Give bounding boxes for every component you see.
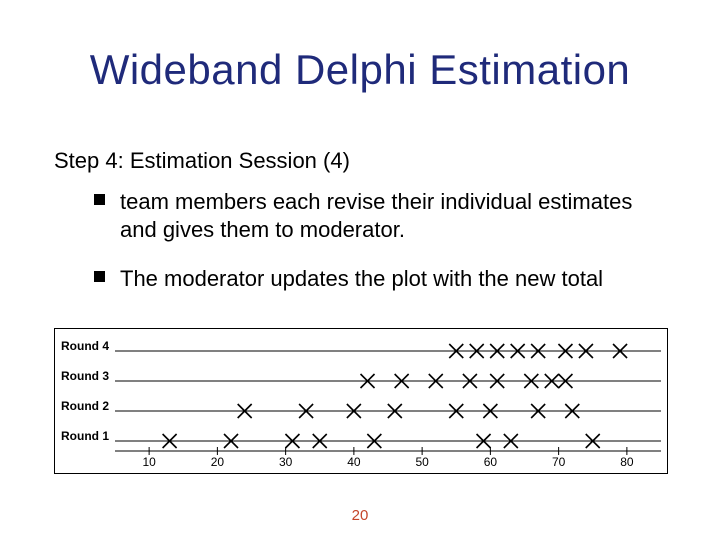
page-title: Wideband Delphi Estimation: [0, 46, 720, 94]
chart-tick-label: 50: [415, 455, 428, 469]
chart-svg: [55, 329, 667, 473]
bullet-list: team members each revise their individua…: [94, 188, 670, 315]
chart-tick-label: 10: [142, 455, 155, 469]
bullet-item: The moderator updates the plot with the …: [94, 265, 670, 293]
chart-tick-label: 70: [552, 455, 565, 469]
chart-marks: [163, 344, 627, 448]
slide-number: 20: [0, 507, 720, 524]
chart-tick-label: 40: [347, 455, 360, 469]
chart-tick-label: 60: [484, 455, 497, 469]
bullet-text: The moderator updates the plot with the …: [120, 266, 603, 291]
bullet-marker-icon: [94, 194, 105, 205]
chart-tick-label: 80: [620, 455, 633, 469]
bullet-item: team members each revise their individua…: [94, 188, 670, 243]
slide: Wideband Delphi Estimation Step 4: Estim…: [0, 0, 720, 540]
bullet-marker-icon: [94, 271, 105, 282]
delphi-rounds-chart: Round 4 Round 3 Round 2 Round 1 10203040…: [54, 328, 668, 474]
bullet-text: team members each revise their individua…: [120, 189, 632, 242]
step-heading: Step 4: Estimation Session (4): [54, 148, 350, 174]
chart-tick-label: 20: [211, 455, 224, 469]
chart-tick-label: 30: [279, 455, 292, 469]
